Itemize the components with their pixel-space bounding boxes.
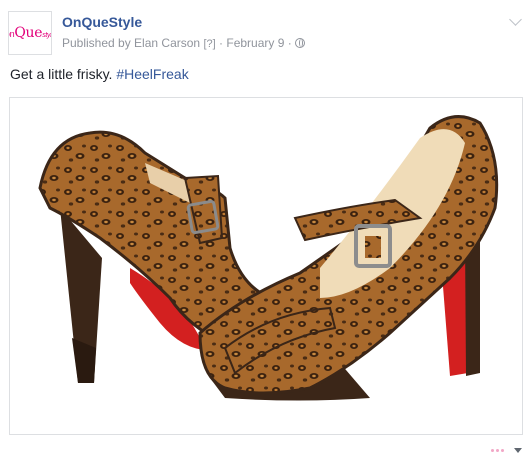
page-avatar[interactable]: onQuestyle — [8, 11, 52, 55]
hashtag-link[interactable]: #HeelFreak — [116, 66, 188, 82]
post-message: Get a little frisky. #HeelFreak — [10, 66, 189, 82]
meta-separator: · — [219, 36, 224, 50]
footer-actions — [491, 447, 522, 453]
chevron-down-icon[interactable] — [509, 13, 522, 26]
audience-dots-icon[interactable] — [491, 447, 509, 453]
page-name-link[interactable]: OnQueStyle — [62, 14, 142, 30]
caret-down-icon[interactable] — [514, 447, 522, 453]
shoes-illustration — [38, 115, 499, 401]
right-shoe — [198, 115, 499, 401]
help-marker[interactable]: [?] — [203, 38, 215, 50]
post-meta: Published by Elan Carson [?] · February … — [62, 36, 306, 50]
onquestyle-logo: onQuestyle — [9, 25, 51, 41]
published-by-text[interactable]: Published by Elan Carson — [62, 36, 200, 50]
globe-icon[interactable] — [295, 38, 306, 48]
post-photo[interactable] — [9, 97, 523, 435]
message-text: Get a little frisky. — [10, 66, 113, 82]
meta-separator-2: · — [287, 36, 292, 50]
facebook-post: onQuestyle OnQueStyle Published by Elan … — [0, 0, 532, 465]
post-date-link[interactable]: February 9 — [226, 36, 284, 50]
